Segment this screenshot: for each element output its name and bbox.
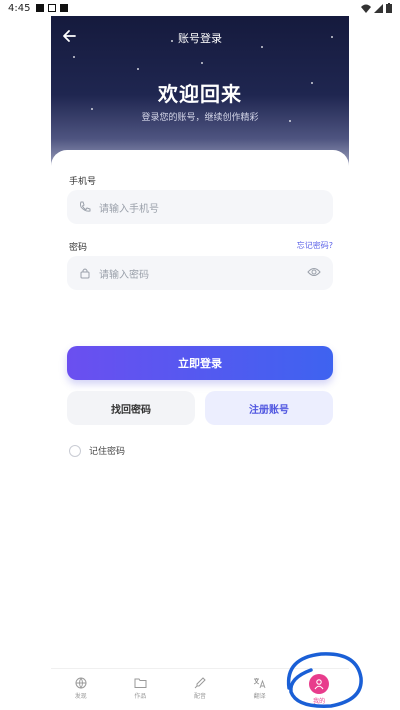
password-placeholder: 请输入密码 xyxy=(99,269,149,281)
wifi-icon xyxy=(361,4,371,13)
status-time: 4:45 xyxy=(8,2,31,14)
welcome-subtitle: 登录您的账号，继续创作精彩 xyxy=(141,113,259,123)
phone-icon xyxy=(80,201,91,212)
microphone-icon xyxy=(194,677,206,689)
phone-placeholder: 请输入手机号 xyxy=(99,203,159,215)
remember-password[interactable]: 记住密码 xyxy=(69,444,125,457)
tab-dubbing[interactable]: 配音 xyxy=(170,669,230,710)
globe-icon xyxy=(75,677,87,689)
tab-label: 作品 xyxy=(134,693,147,700)
password-label: 密码 xyxy=(69,243,88,253)
folder-icon xyxy=(134,678,147,688)
annotation-circle xyxy=(286,652,363,708)
signal-icon xyxy=(374,3,383,13)
translate-icon xyxy=(253,678,266,689)
status-right xyxy=(361,3,392,13)
notification-icon-2 xyxy=(48,4,57,12)
notification-icon xyxy=(36,4,45,12)
tab-label: 发现 xyxy=(74,693,87,700)
find-password-button[interactable]: 找回密码 xyxy=(67,391,195,425)
status-bar: 4:45 xyxy=(0,0,400,16)
tab-works[interactable]: 作品 xyxy=(111,669,171,710)
tab-label: 翻译 xyxy=(253,693,266,700)
tab-discover[interactable]: 发现 xyxy=(51,669,111,710)
phone-label: 手机号 xyxy=(69,177,97,187)
welcome-title: 欢迎回来 xyxy=(158,82,242,106)
page-title: 账号登录 xyxy=(178,32,222,45)
password-field[interactable]: 请输入密码 xyxy=(67,256,333,290)
remember-checkbox[interactable] xyxy=(69,444,81,457)
notification-icon-3 xyxy=(60,4,69,12)
tab-label: 配音 xyxy=(193,693,206,700)
register-button[interactable]: 注册账号 xyxy=(205,391,333,425)
remember-label: 记住密码 xyxy=(89,447,126,457)
eye-icon[interactable] xyxy=(307,266,321,278)
battery-icon xyxy=(386,3,392,13)
lock-icon xyxy=(80,268,90,279)
forgot-password-link[interactable]: 忘记密码? xyxy=(297,240,333,251)
app-screen: 账号登录 欢迎回来 登录您的账号，继续创作精彩 手机号 请输入手机号 密码 忘记… xyxy=(51,16,349,710)
login-button[interactable]: 立即登录 xyxy=(67,346,333,380)
phone-field[interactable]: 请输入手机号 xyxy=(67,190,333,224)
